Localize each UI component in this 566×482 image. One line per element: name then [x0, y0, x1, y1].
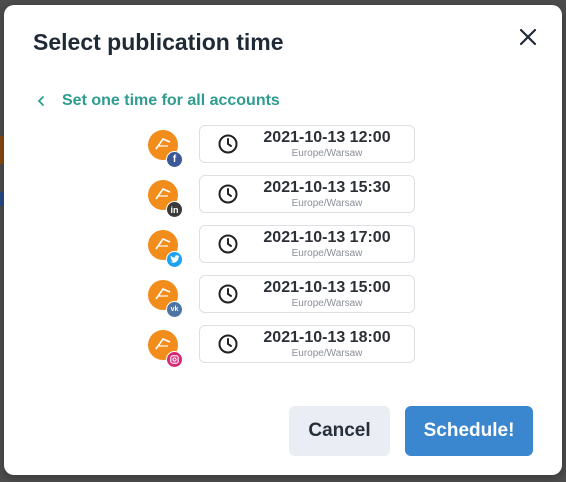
- set-one-time-label: Set one time for all accounts: [62, 92, 280, 109]
- avatar: f: [148, 130, 183, 168]
- linkedin-icon: in: [166, 201, 183, 218]
- logo-icon: [155, 338, 171, 350]
- clock-icon: [218, 184, 238, 204]
- instagram-icon: [166, 351, 183, 368]
- dialog-title: Select publication time: [33, 29, 284, 55]
- set-one-time-link[interactable]: Set one time for all accounts: [36, 91, 280, 111]
- account-row: vk 2021-10-13 15:00 Europe/Warsaw: [148, 275, 418, 318]
- publication-time-field[interactable]: 2021-10-13 12:00 Europe/Warsaw: [199, 125, 415, 163]
- publication-datetime: 2021-10-13 15:30: [263, 179, 391, 196]
- logo-icon: [155, 138, 171, 150]
- timezone-label: Europe/Warsaw: [291, 248, 363, 259]
- background-page-fragment: [0, 192, 3, 206]
- clock-icon: [218, 234, 238, 254]
- avatar: vk: [148, 280, 183, 318]
- twitter-icon: [166, 251, 183, 268]
- publication-time-field[interactable]: 2021-10-13 18:00 Europe/Warsaw: [199, 325, 415, 363]
- publication-time-field[interactable]: 2021-10-13 17:00 Europe/Warsaw: [199, 225, 415, 263]
- publication-time-field[interactable]: 2021-10-13 15:00 Europe/Warsaw: [199, 275, 415, 313]
- publication-time-dialog: Select publication time Set one time for…: [4, 5, 562, 475]
- timezone-label: Europe/Warsaw: [291, 348, 363, 359]
- vk-icon: vk: [166, 301, 183, 318]
- facebook-icon: f: [166, 151, 183, 168]
- clock-icon: [218, 284, 238, 304]
- avatar: in: [148, 180, 183, 218]
- account-row: 2021-10-13 17:00 Europe/Warsaw: [148, 225, 418, 268]
- cancel-button[interactable]: Cancel: [289, 406, 390, 456]
- publication-datetime: 2021-10-13 18:00: [263, 329, 391, 346]
- avatar: [148, 230, 183, 268]
- account-row: 2021-10-13 18:00 Europe/Warsaw: [148, 325, 418, 368]
- logo-icon: [155, 288, 171, 300]
- schedule-button[interactable]: Schedule!: [405, 406, 533, 456]
- clock-icon: [218, 334, 238, 354]
- timezone-label: Europe/Warsaw: [291, 198, 363, 209]
- timezone-label: Europe/Warsaw: [291, 298, 363, 309]
- chevron-left-icon: [37, 96, 44, 106]
- clock-icon: [218, 134, 238, 154]
- publication-time-field[interactable]: 2021-10-13 15:30 Europe/Warsaw: [199, 175, 415, 213]
- publication-datetime: 2021-10-13 15:00: [263, 279, 391, 296]
- close-icon[interactable]: [516, 25, 540, 49]
- logo-icon: [155, 188, 171, 200]
- timezone-label: Europe/Warsaw: [291, 148, 363, 159]
- account-row: f 2021-10-13 12:00 Europe/Warsaw: [148, 125, 418, 168]
- publication-datetime: 2021-10-13 12:00: [263, 129, 391, 146]
- logo-icon: [155, 238, 171, 250]
- avatar: [148, 330, 183, 368]
- publication-datetime: 2021-10-13 17:00: [263, 229, 391, 246]
- account-row: in 2021-10-13 15:30 Europe/Warsaw: [148, 175, 418, 218]
